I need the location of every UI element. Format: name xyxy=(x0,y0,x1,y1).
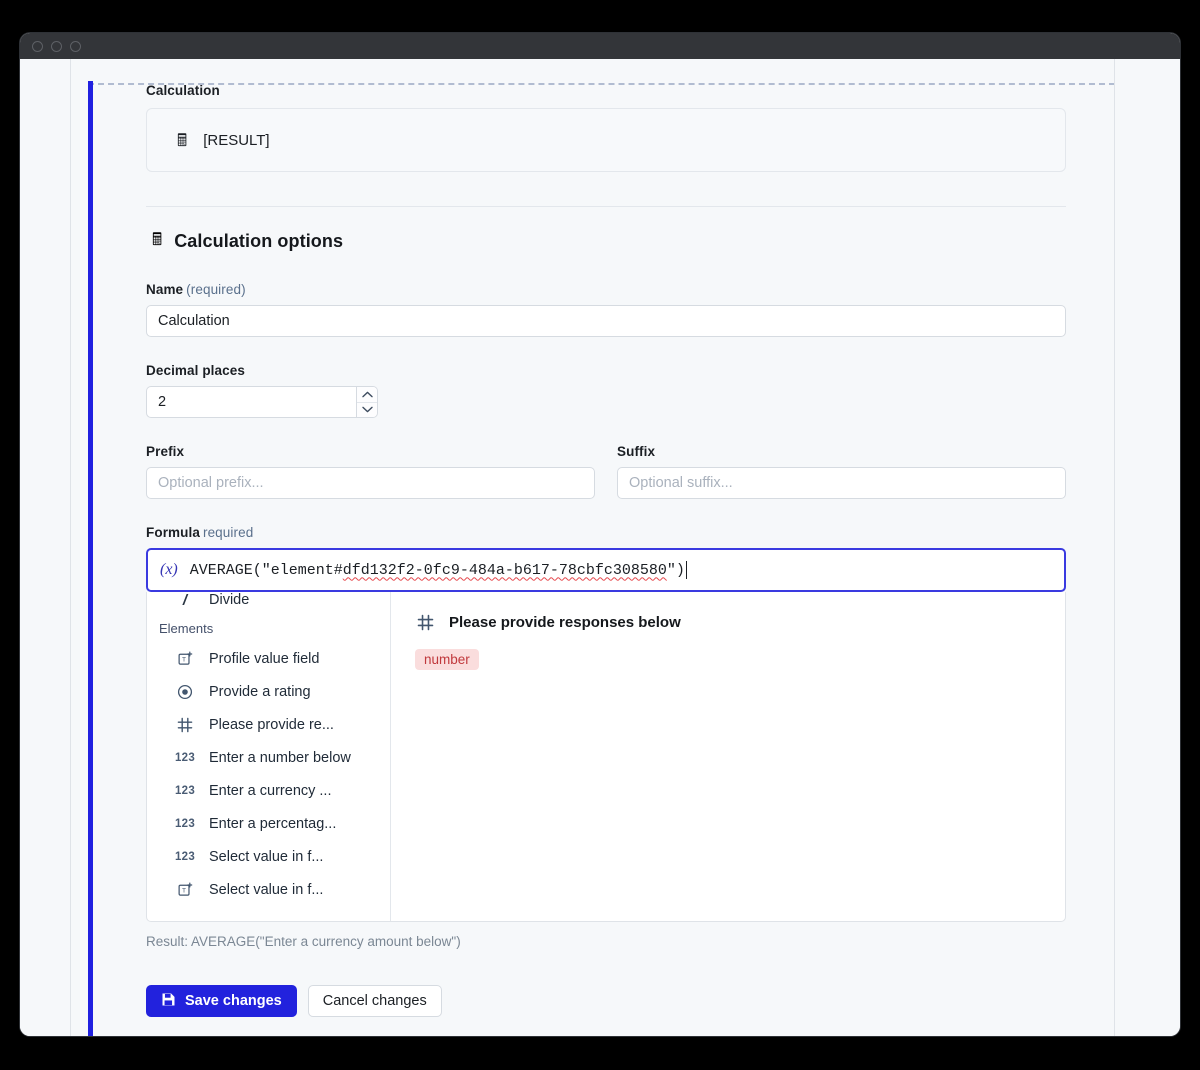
list-item-label: Select value in f... xyxy=(209,881,324,898)
prefix-suffix-row: Prefix Suffix xyxy=(146,444,1066,499)
divide-icon: / xyxy=(182,592,188,609)
suffix-block: Suffix xyxy=(617,444,1066,499)
stepper-buttons xyxy=(356,386,378,418)
chevron-up-icon[interactable] xyxy=(357,387,377,402)
window-titlebar xyxy=(20,33,1180,59)
formula-result-hint: Result: AVERAGE("Enter a currency amount… xyxy=(146,934,461,949)
decimal-places-stepper[interactable] xyxy=(146,386,378,418)
list-item-label: Enter a currency ... xyxy=(209,782,332,799)
screenshot-root: Calculation 🖩 [RESULT] 🖩 Calculation opt… xyxy=(0,0,1200,1070)
grid-icon xyxy=(415,614,435,631)
svg-text:T: T xyxy=(182,657,186,664)
text-field-icon: T xyxy=(175,882,195,897)
detail-title-row: Please provide responses below xyxy=(415,614,1065,631)
calculation-editor: Calculation 🖩 [RESULT] 🖩 Calculation opt… xyxy=(146,83,1066,1017)
section-title: Calculation options xyxy=(174,231,344,251)
page-viewport: Calculation 🖩 [RESULT] 🖩 Calculation opt… xyxy=(20,59,1180,1036)
list-item[interactable]: 123 Enter a number below xyxy=(147,741,390,774)
grid-icon xyxy=(175,717,195,733)
page-right-border xyxy=(1114,59,1115,1036)
formula-element-token: dfd132f2-0fc9-484a-b617-78cbfc308580 xyxy=(342,561,667,579)
decimal-places-label: Decimal places xyxy=(146,363,245,378)
formula-required-note: required xyxy=(202,525,254,540)
detail-type-badge: number xyxy=(415,649,479,670)
save-button-label: Save changes xyxy=(185,993,282,1009)
name-field-block: Name (required) xyxy=(146,282,1066,337)
list-item-label: Select value in f... xyxy=(209,848,324,865)
text-field-icon: T xyxy=(175,651,195,666)
list-item[interactable]: 123 Select value in f... xyxy=(147,840,390,873)
app-window: Calculation 🖩 [RESULT] 🖩 Calculation opt… xyxy=(20,33,1180,1036)
save-icon xyxy=(161,992,176,1011)
section-divider xyxy=(146,206,1066,207)
decimal-places-input[interactable] xyxy=(146,386,356,418)
window-minimize-button[interactable] xyxy=(51,40,62,52)
formula-text: AVERAGE("element# dfd132f2-0fc9-484a-b617… xyxy=(190,561,687,579)
chevron-down-icon[interactable] xyxy=(357,401,377,417)
prefix-input[interactable] xyxy=(146,467,595,499)
list-item-label: Please provide re... xyxy=(209,716,334,733)
prefix-block: Prefix xyxy=(146,444,595,499)
calculation-preview-label: Calculation xyxy=(146,83,220,98)
number-icon: 123 xyxy=(174,817,196,830)
list-item-divide[interactable]: / Divide xyxy=(147,592,390,618)
formula-block: Formula required (x) AVERAGE("element# dfd… xyxy=(146,525,1066,949)
formula-input[interactable]: (x) AVERAGE("element# dfd132f2-0fc9-484a-… xyxy=(146,548,1066,592)
formula-label: Formula required xyxy=(146,525,1066,540)
selected-block-rail xyxy=(88,81,93,1036)
suffix-input[interactable] xyxy=(617,467,1066,499)
name-label-text: Name xyxy=(146,282,184,297)
suffix-label: Suffix xyxy=(617,444,656,459)
name-label: Name (required) xyxy=(146,282,1066,297)
list-item-label: Divide xyxy=(209,592,250,608)
formula-suffix: ") xyxy=(666,561,685,579)
text-caret xyxy=(685,561,687,579)
result-placeholder: [RESULT] xyxy=(203,131,270,149)
list-item[interactable]: Provide a rating xyxy=(147,675,390,708)
fx-icon: (x) xyxy=(160,561,178,578)
list-item-label: Provide a rating xyxy=(209,683,311,700)
decimal-places-block: Decimal places xyxy=(146,363,1066,418)
number-icon: 123 xyxy=(174,751,196,764)
window-maximize-button[interactable] xyxy=(70,40,81,52)
list-item-label: Enter a percentag... xyxy=(209,815,337,832)
list-item[interactable]: 123 Enter a currency ... xyxy=(147,774,390,807)
name-input[interactable] xyxy=(146,305,1066,337)
calculation-preview-card: 🖩 [RESULT] xyxy=(146,108,1066,172)
cancel-button[interactable]: Cancel changes xyxy=(307,985,442,1017)
left-gutter xyxy=(20,59,71,1036)
autocomplete-list[interactable]: / Divide Elements T Profile value field xyxy=(147,592,391,921)
number-icon: 123 xyxy=(174,850,196,863)
number-icon: 123 xyxy=(174,784,196,797)
calculator-icon: 🖩 xyxy=(152,230,163,249)
calculator-icon: 🖩 xyxy=(177,130,188,150)
list-item-label: Profile value field xyxy=(209,650,320,667)
list-item[interactable]: Please provide re... xyxy=(147,708,390,741)
svg-text:T: T xyxy=(182,888,186,895)
save-button[interactable]: Save changes xyxy=(146,985,297,1017)
formula-autocomplete-dropdown[interactable]: / Divide Elements T Profile value field xyxy=(146,592,1066,922)
autocomplete-group-label: Elements xyxy=(159,621,214,636)
autocomplete-detail-panel: Please provide responses below number xyxy=(391,592,1065,921)
cancel-button-label: Cancel changes xyxy=(322,993,427,1009)
list-item-label: Enter a number below xyxy=(209,749,351,766)
detail-title: Please provide responses below xyxy=(449,614,681,631)
window-close-button[interactable] xyxy=(32,40,43,52)
formula-label-text: Formula xyxy=(146,525,200,540)
prefix-label: Prefix xyxy=(146,444,185,459)
calculation-options-header: 🖩 Calculation options xyxy=(152,227,1066,256)
list-item[interactable]: T Select value in f... xyxy=(147,873,390,906)
radio-icon xyxy=(175,684,195,700)
action-buttons: Save changes Cancel changes xyxy=(146,985,1066,1017)
list-item[interactable]: T Profile value field xyxy=(147,642,390,675)
list-item[interactable]: 123 Enter a percentag... xyxy=(147,807,390,840)
name-required-note: (required) xyxy=(186,282,246,297)
formula-prefix: AVERAGE("element# xyxy=(189,561,343,579)
